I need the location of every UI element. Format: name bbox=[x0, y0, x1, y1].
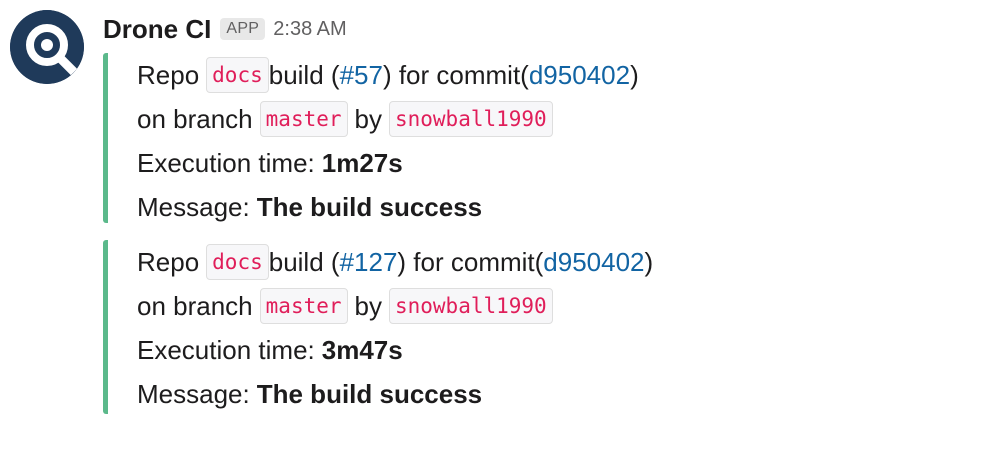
commit-label: ) for commit( bbox=[382, 60, 529, 90]
execution-time: 3m47s bbox=[321, 335, 403, 365]
build-number-link[interactable]: #57 bbox=[340, 61, 383, 89]
branch-name: master bbox=[259, 101, 348, 137]
repo-name: docs bbox=[206, 57, 269, 93]
message-label: Message: bbox=[137, 192, 250, 222]
close-paren: ) bbox=[630, 60, 639, 90]
build-number-link[interactable]: #127 bbox=[340, 248, 398, 276]
author-name: snowball1990 bbox=[388, 288, 553, 324]
repo-label: Repo bbox=[137, 60, 200, 90]
build-attachment: Repo docs build (#127) for commit(d95040… bbox=[103, 240, 968, 414]
app-badge: APP bbox=[220, 18, 266, 40]
repo-line: Repo docs build (#127) for commit(d95040… bbox=[137, 240, 653, 284]
repo-label: Repo bbox=[137, 247, 200, 277]
build-attachment: Repo docs build (#57) for commit(d950402… bbox=[103, 53, 968, 223]
message-line: Message: The build success bbox=[137, 185, 639, 229]
avatar[interactable] bbox=[10, 10, 84, 84]
branch-line: on branch master by snowball1990 bbox=[137, 97, 639, 141]
build-message: The build success bbox=[256, 192, 483, 222]
execution-label: Execution time: bbox=[137, 335, 315, 365]
message-label: Message: bbox=[137, 379, 250, 409]
repo-name: docs bbox=[206, 244, 269, 280]
attachment-body: Repo docs build (#57) for commit(d950402… bbox=[137, 53, 639, 229]
branch-label: on branch bbox=[137, 291, 253, 321]
commit-link[interactable]: d950402 bbox=[543, 248, 644, 276]
build-label: build ( bbox=[268, 247, 340, 277]
app-name[interactable]: Drone CI bbox=[103, 14, 211, 45]
drone-logo-icon bbox=[10, 10, 84, 84]
timestamp[interactable]: 2:38 AM bbox=[273, 18, 346, 41]
commit-link[interactable]: d950402 bbox=[529, 61, 630, 89]
author-name: snowball1990 bbox=[388, 101, 553, 137]
by-label: by bbox=[354, 291, 382, 321]
branch-label: on branch bbox=[137, 104, 253, 134]
close-paren: ) bbox=[644, 247, 654, 277]
message-header: Drone CI APP 2:38 AM bbox=[103, 12, 347, 46]
branch-line: on branch master by snowball1990 bbox=[137, 284, 653, 328]
by-label: by bbox=[354, 104, 382, 134]
repo-line: Repo docs build (#57) for commit(d950402… bbox=[137, 53, 639, 97]
attachment-body: Repo docs build (#127) for commit(d95040… bbox=[137, 240, 653, 416]
branch-name: master bbox=[259, 288, 348, 324]
build-label: build ( bbox=[268, 60, 340, 90]
execution-label: Execution time: bbox=[137, 148, 315, 178]
commit-label: ) for commit( bbox=[397, 247, 544, 277]
execution-line: Execution time: 1m27s bbox=[137, 141, 639, 185]
build-message: The build success bbox=[256, 379, 483, 409]
execution-time: 1m27s bbox=[321, 148, 403, 178]
message-line: Message: The build success bbox=[137, 372, 653, 416]
execution-line: Execution time: 3m47s bbox=[137, 328, 653, 372]
